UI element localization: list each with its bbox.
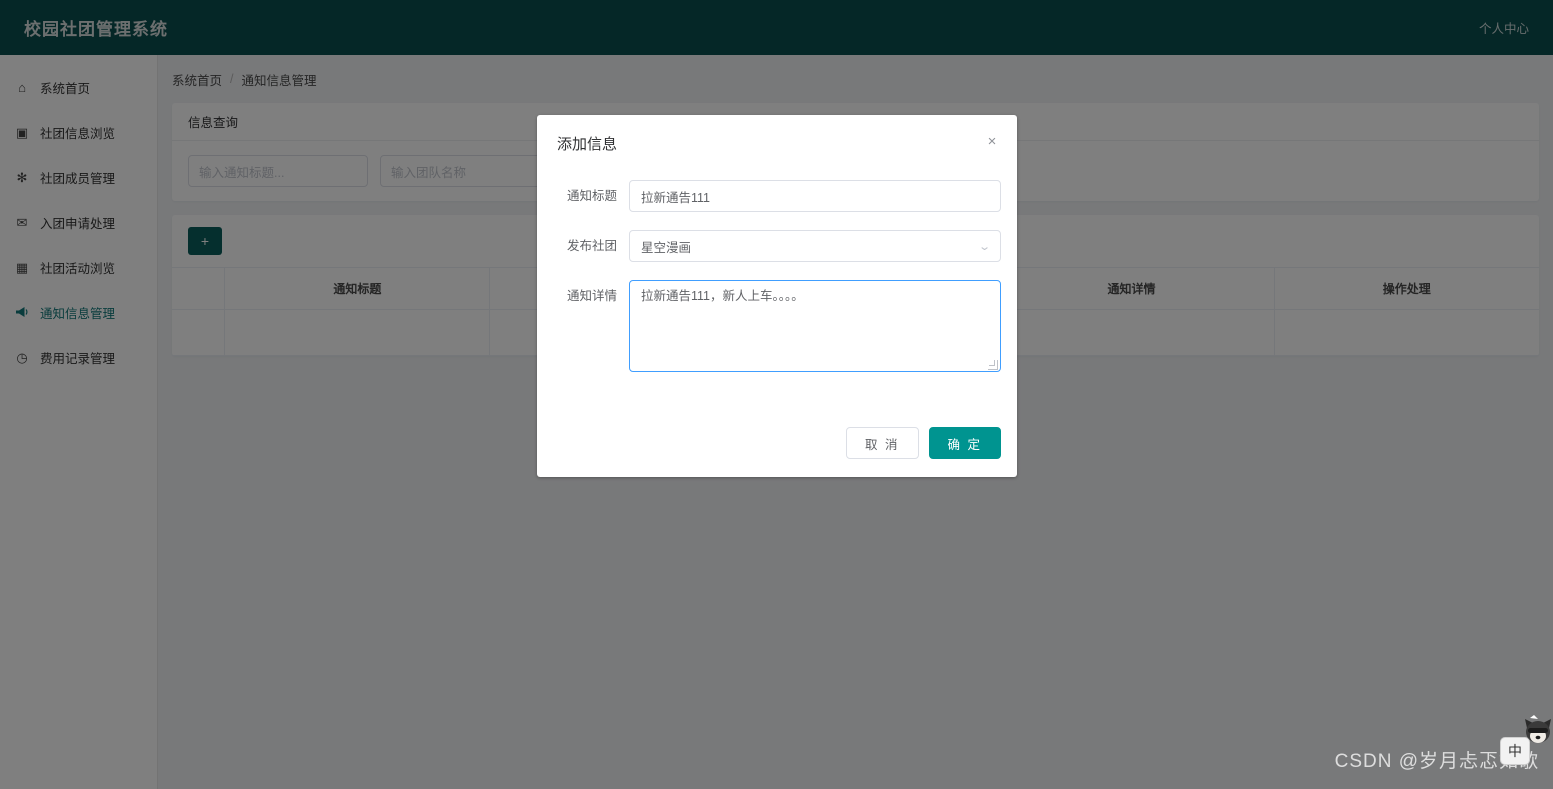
detail-label: 通知详情	[566, 289, 617, 303]
add-notice-dialog: 添加信息 × 通知标题 拉新通告111 发布社团 星空漫画 ⌄ 通知详情 拉新通…	[537, 115, 1017, 477]
club-select[interactable]: 星空漫画 ⌄	[629, 230, 1001, 262]
dialog-footer: 取 消 确 定	[846, 427, 1001, 459]
club-selected-value: 星空漫画	[641, 240, 692, 255]
club-label: 发布社团	[566, 239, 617, 253]
confirm-button[interactable]: 确 定	[928, 427, 1001, 459]
notice-title-label: 通知标题	[566, 189, 617, 203]
ime-dog-mascot-icon	[1525, 715, 1551, 743]
dialog-title: 添加信息	[557, 136, 618, 153]
notice-title-value: 拉新通告111	[641, 190, 711, 205]
close-icon[interactable]: ×	[983, 133, 1001, 151]
form-row-detail: 通知详情 拉新通告111，新人上车。。。。	[553, 280, 1001, 372]
chevron-down-icon: ⌄	[977, 240, 991, 253]
cancel-button[interactable]: 取 消	[846, 427, 919, 459]
form-row-notice-title: 通知标题 拉新通告111	[553, 180, 1001, 212]
notice-title-input[interactable]: 拉新通告111	[629, 180, 1001, 212]
resize-handle-icon[interactable]	[988, 360, 998, 370]
form-row-club: 发布社团 星空漫画 ⌄	[553, 230, 1001, 262]
notice-detail-textarea[interactable]: 拉新通告111，新人上车。。。。	[629, 280, 1001, 372]
notice-detail-value: 拉新通告111，新人上车。。。。	[641, 289, 804, 303]
